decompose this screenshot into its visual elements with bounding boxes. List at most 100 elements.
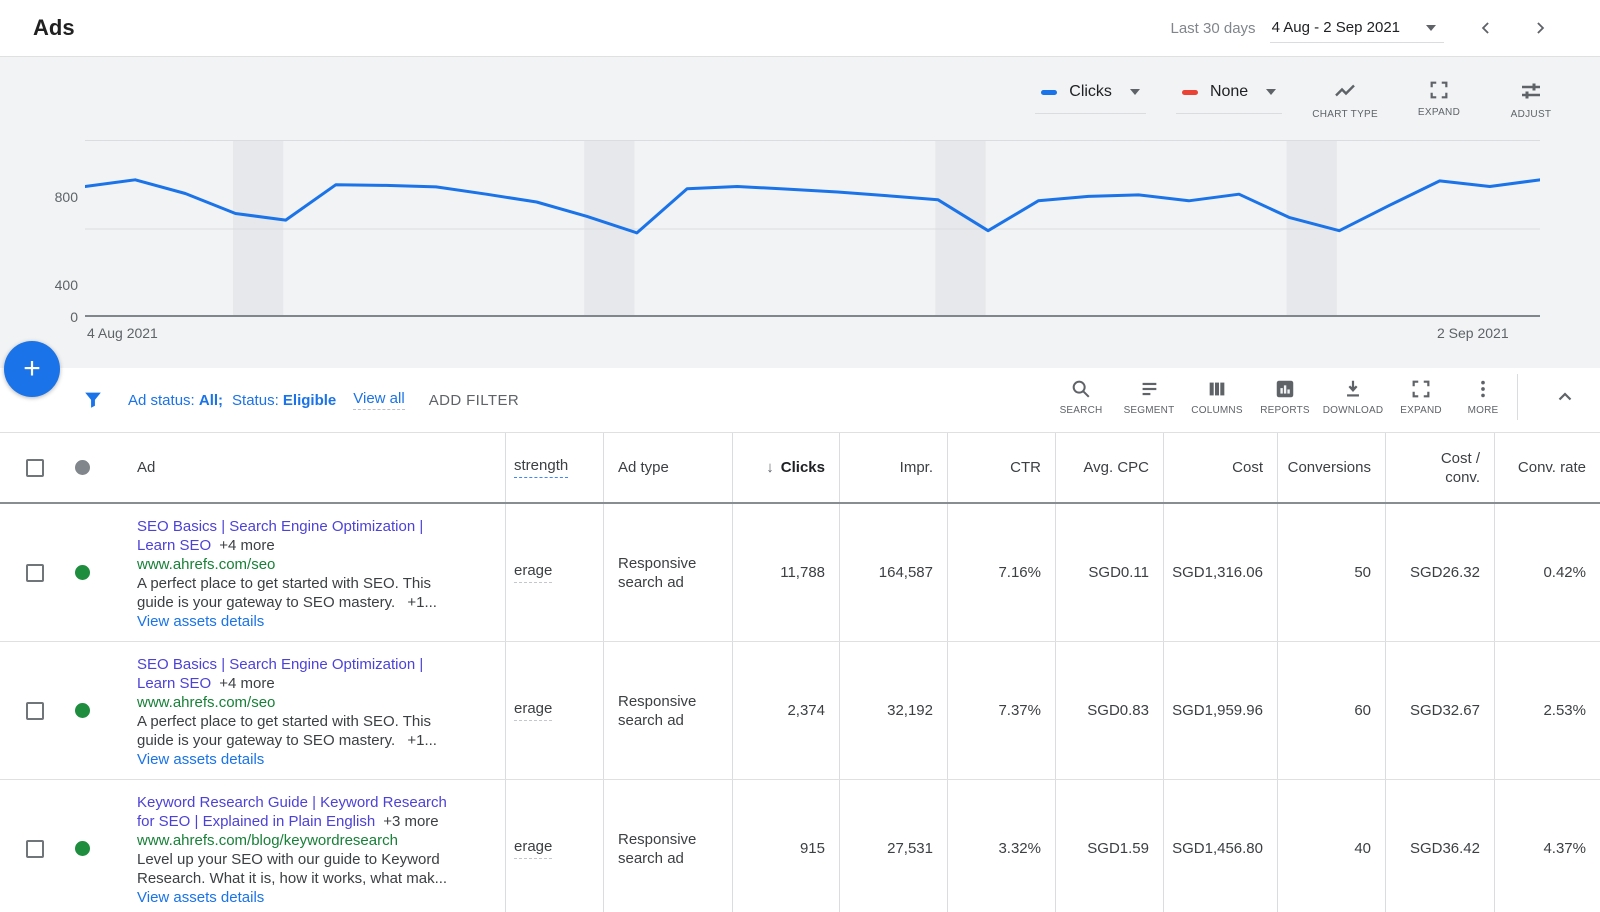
search-label: SEARCH [1060,405,1103,416]
row-checkbox[interactable] [26,840,44,858]
chart-adjust-label: ADJUST [1511,109,1552,120]
ctr-cell: 7.37% [947,642,1055,779]
table-header-row: Ad strength Ad type ↓Clicks Impr. CTR Av… [0,432,1600,504]
filter-chip-status[interactable]: Status: Eligible [232,392,336,409]
secondary-metric-label: None [1210,83,1248,101]
x-axis-end-label: 2 Sep 2021 [1437,325,1509,341]
reports-button[interactable]: REPORTS [1251,378,1319,416]
ad-type-cell: Responsive search ad [603,780,732,912]
column-header-ad[interactable]: Ad [110,433,505,502]
plus-icon: + [23,352,41,386]
chevron-down-icon [1426,25,1436,31]
conversions-cell: 60 [1277,642,1385,779]
column-header-conversions[interactable]: Conversions [1277,433,1385,502]
ad-display-url: www.ahrefs.com/seo [137,556,275,573]
reports-label: REPORTS [1260,405,1310,416]
filter-chip-ad-status[interactable]: Ad status: All; [128,392,223,409]
performance-chart-section: Clicks None CHART TYPE EXPAND [0,57,1600,368]
chevron-right-icon [1530,18,1550,38]
segment-button[interactable]: SEGMENT [1115,378,1183,416]
date-range-value: 4 Aug - 2 Sep 2021 [1272,19,1400,36]
column-header-ctr[interactable]: CTR [947,433,1055,502]
top-bar: Ads Last 30 days 4 Aug - 2 Sep 2021 [0,0,1600,57]
avg-cpc-cell: SGD1.59 [1055,780,1163,912]
collapse-table-button[interactable] [1530,385,1600,409]
chart-type-label: CHART TYPE [1312,109,1378,120]
ad-description: A perfect place to get started with SEO.… [137,575,431,611]
ad-preview-cell: SEO Basics | Search Engine Optimization … [110,642,505,779]
page-title: Ads [33,15,75,41]
view-assets-details-link[interactable]: View assets details [137,613,264,630]
ad-title-link[interactable]: SEO Basics | Search Engine Optimization … [137,518,423,554]
row-checkbox[interactable] [26,564,44,582]
row-checkbox[interactable] [26,702,44,720]
x-axis-start-label: 4 Aug 2021 [87,325,158,341]
segment-lines-icon [1138,378,1160,400]
download-button[interactable]: DOWNLOAD [1319,378,1387,416]
status-enabled-dot-icon [75,703,90,718]
add-filter-button[interactable]: ADD FILTER [429,392,519,409]
chevron-left-icon [1476,18,1496,38]
ad-strength-cell: erage [505,504,603,641]
table-expand-label: EXPAND [1400,405,1442,416]
impressions-cell: 164,587 [839,504,947,641]
ad-more-variants: +4 more [219,675,274,692]
avg-cpc-cell: SGD0.83 [1055,642,1163,779]
status-dot-header-icon [75,460,90,475]
ad-type-cell: Responsive search ad [603,504,732,641]
clicks-cell: 2,374 [732,642,839,779]
view-assets-details-link[interactable]: View assets details [137,889,264,906]
ad-more-variants: +3 more [383,813,438,830]
chevron-down-icon [1130,89,1140,95]
ad-preview-cell: SEO Basics | Search Engine Optimization … [110,504,505,641]
y-axis-tick-400: 400 [8,277,78,293]
more-options-button[interactable]: MORE [1455,378,1511,416]
primary-metric-label: Clicks [1069,83,1112,101]
table-row: SEO Basics | Search Engine Optimization … [0,642,1600,780]
cost-per-conv-cell: SGD36.42 [1385,780,1494,912]
next-period-button[interactable] [1528,16,1552,40]
column-header-impressions[interactable]: Impr. [839,433,947,502]
status-enabled-dot-icon [75,565,90,580]
date-range-selector[interactable]: 4 Aug - 2 Sep 2021 [1270,13,1444,43]
ad-strength-cell: erage [505,642,603,779]
ad-display-url: www.ahrefs.com/blog/keywordresearch [137,832,398,849]
cost-cell: SGD1,959.96 [1163,642,1277,779]
expand-corners-icon [1428,79,1450,101]
column-header-ad-strength[interactable]: strength [505,433,603,502]
column-header-avg-cpc[interactable]: Avg. CPC [1055,433,1163,502]
ad-title-link[interactable]: SEO Basics | Search Engine Optimization … [137,656,423,692]
column-header-clicks[interactable]: ↓Clicks [732,433,839,502]
chart-expand-label: EXPAND [1418,107,1460,118]
cost-cell: SGD1,456.80 [1163,780,1277,912]
column-header-cost-per-conv[interactable]: Cost /conv. [1385,433,1494,502]
download-icon [1342,378,1364,400]
impressions-cell: 27,531 [839,780,947,912]
chart-expand-button[interactable]: EXPAND [1408,71,1470,118]
add-new-button[interactable]: + [4,341,60,397]
clicks-cell: 915 [732,780,839,912]
select-all-checkbox[interactable] [26,459,44,477]
secondary-metric-selector[interactable]: None [1176,73,1282,114]
chevron-up-icon [1553,385,1577,409]
primary-metric-selector[interactable]: Clicks [1035,73,1146,114]
ctr-cell: 3.32% [947,780,1055,912]
ad-type-cell: Responsive search ad [603,642,732,779]
table-expand-button[interactable]: EXPAND [1387,378,1455,416]
column-header-conv-rate[interactable]: Conv. rate [1494,433,1600,502]
search-button[interactable]: SEARCH [1047,378,1115,416]
ad-preview-cell: Keyword Research Guide | Keyword Researc… [110,780,505,912]
more-vertical-dots-icon [1472,378,1494,400]
table-row: SEO Basics | Search Engine Optimization … [0,504,1600,642]
columns-button[interactable]: COLUMNS [1183,378,1251,416]
cost-cell: SGD1,316.06 [1163,504,1277,641]
column-header-ad-type[interactable]: Ad type [603,433,732,502]
column-header-cost[interactable]: Cost [1163,433,1277,502]
previous-period-button[interactable] [1474,16,1498,40]
clicks-cell: 11,788 [732,504,839,641]
chart-adjust-button[interactable]: ADJUST [1500,71,1562,120]
view-assets-details-link[interactable]: View assets details [137,751,264,768]
view-all-link[interactable]: View all [353,390,404,410]
clicks-line-chart[interactable] [85,140,1540,317]
chart-type-button[interactable]: CHART TYPE [1312,71,1378,120]
